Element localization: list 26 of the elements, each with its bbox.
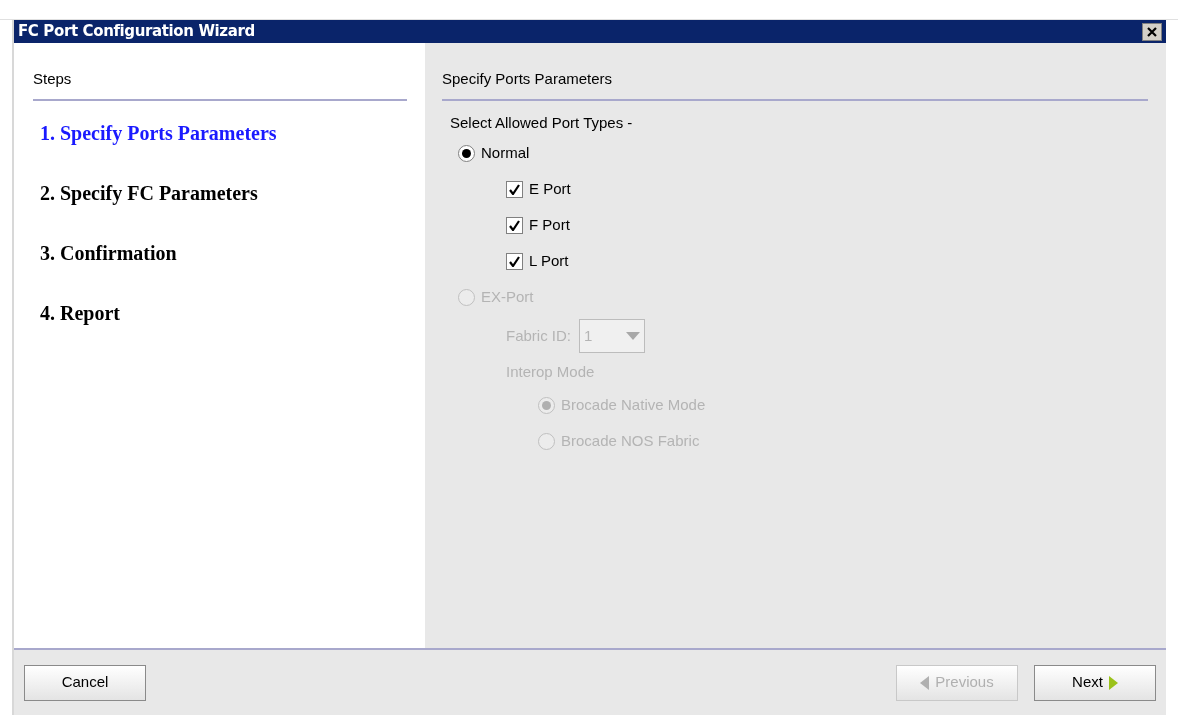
- step-item: 2. Specify FC Parameters: [40, 181, 259, 207]
- panel-title: Specify Ports Parameters: [442, 70, 613, 87]
- checkbox-label: F Port: [529, 214, 570, 235]
- checkbox-label: E Port: [529, 178, 571, 199]
- step-item: 1. Specify Ports Parameters: [40, 121, 278, 147]
- caret-icon: [626, 332, 640, 340]
- checkbox[interactable]: [506, 180, 523, 198]
- checkbox[interactable]: [506, 252, 523, 270]
- check-icon: [509, 183, 520, 195]
- close-icon: [1147, 26, 1157, 37]
- next-button[interactable]: Next: [1034, 664, 1156, 701]
- window-title: FC Port Configuration Wizard: [18, 21, 255, 43]
- step-item: 4. Report: [40, 301, 121, 327]
- steps-heading: Steps: [33, 70, 72, 87]
- checkbox[interactable]: [506, 216, 523, 234]
- radio-button[interactable]: [458, 144, 475, 162]
- radio-label: Normal: [481, 142, 530, 163]
- checkbox-label: L Port: [529, 250, 569, 271]
- right-arrow-icon: [1108, 675, 1118, 690]
- group-heading: Select Allowed Port Types -: [450, 114, 633, 131]
- check-icon: [509, 255, 520, 267]
- check-icon: [509, 219, 520, 231]
- cancel-button[interactable]: Cancel: [24, 664, 146, 701]
- step-item: 3. Confirmation: [40, 241, 178, 266]
- left-arrow-icon: [920, 675, 930, 690]
- close-button[interactable]: [1142, 22, 1162, 41]
